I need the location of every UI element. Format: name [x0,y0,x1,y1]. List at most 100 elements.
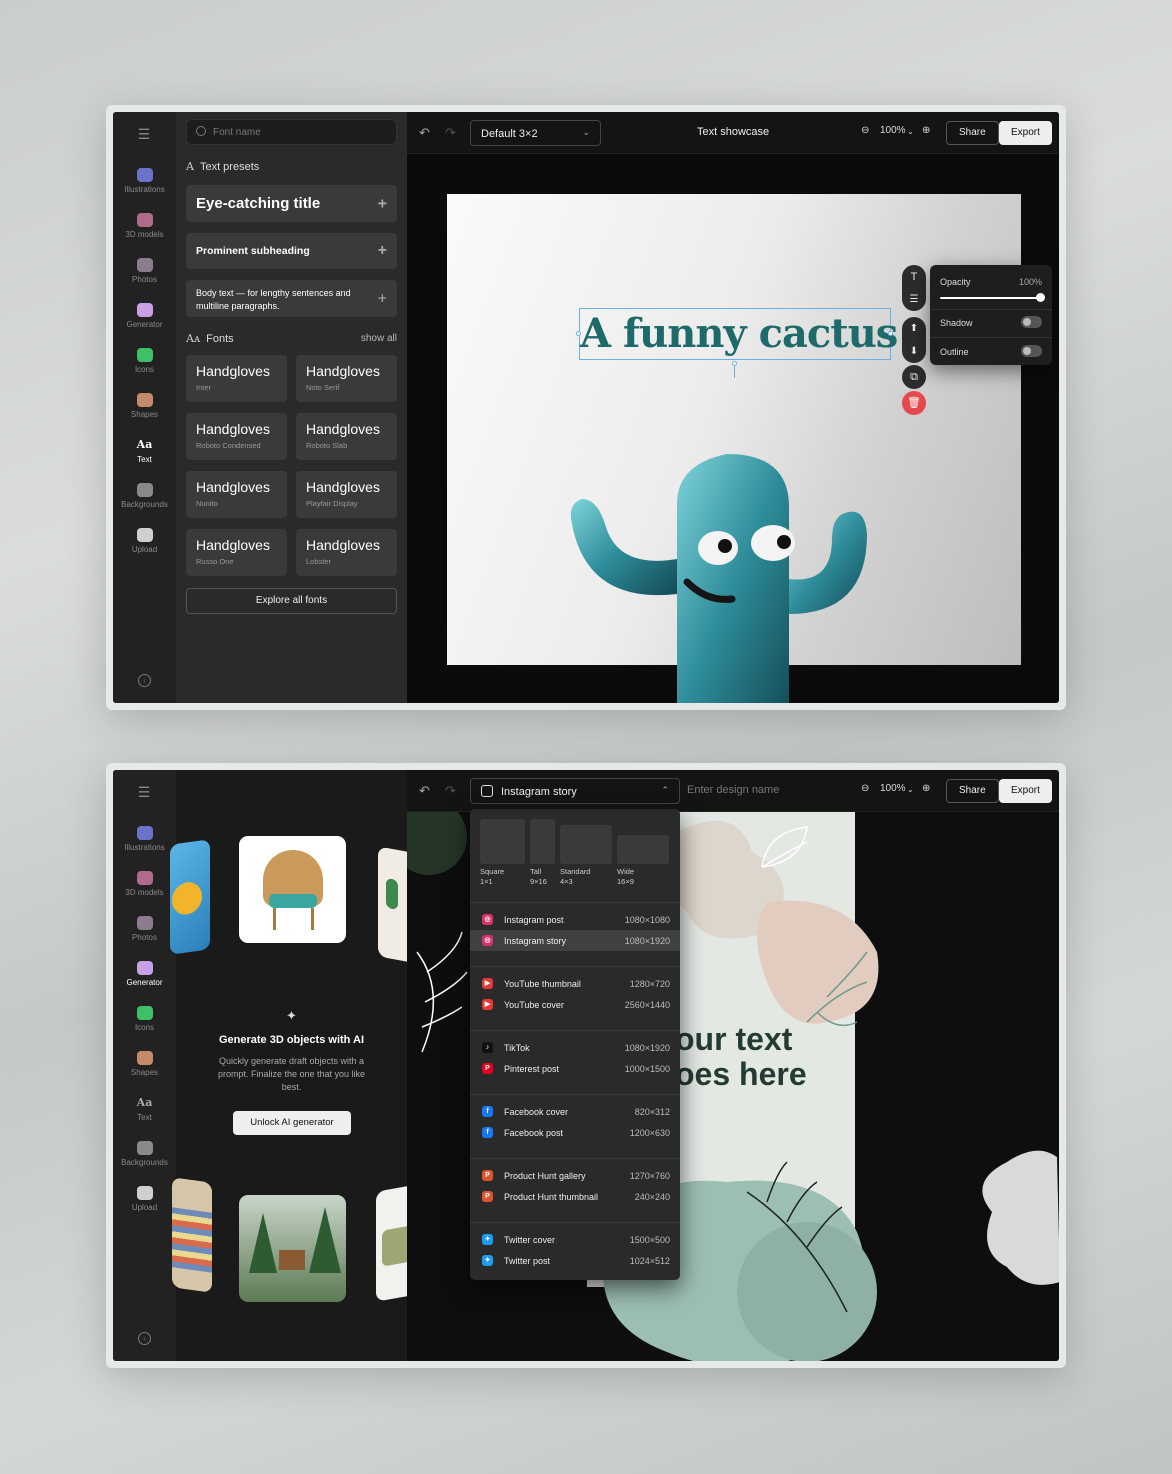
rail-item-backgrounds[interactable]: Backgrounds [113,1141,176,1167]
redo-icon[interactable]: ↷ [445,783,456,799]
preset-subheading[interactable]: Prominent subheading + [186,233,397,269]
format-square-preview[interactable] [480,819,525,864]
size-option-facebook-post[interactable]: f Facebook post 1200×630 [470,1122,680,1143]
font-card-roboto-slab[interactable]: Handgloves Roboto Slab [296,413,397,460]
zoom-chevron-icon[interactable]: ⌄ [907,785,914,794]
collapse-panel-icon[interactable]: ‹ [138,674,151,687]
size-option-instagram-post[interactable]: ◎ Instagram post 1080×1080 [470,909,680,930]
size-option-twitter-cover[interactable]: ✦ Twitter cover 1500×500 [470,1229,680,1250]
rail-item-generator[interactable]: Generator [113,303,176,329]
size-option-pinterest-post[interactable]: P Pinterest post 1000×1500 [470,1058,680,1079]
zoom-chevron-icon[interactable]: ⌄ [907,127,914,136]
zoom-level[interactable]: 100% [880,125,906,136]
size-option-facebook-cover[interactable]: f Facebook cover 820×312 [470,1101,680,1122]
outline-toggle[interactable] [1021,345,1042,357]
rail-item-text[interactable]: Aa Text [113,1096,176,1122]
size-option-twitter-post[interactable]: ✦ Twitter post 1024×512 [470,1250,680,1271]
zoom-in-icon[interactable]: ⊕ [922,125,930,136]
add-icon[interactable]: + [378,291,387,307]
format-wide-preview[interactable] [617,835,669,864]
bring-forward-icon[interactable]: ⬆ [902,317,926,340]
size-option-youtube-thumbnail[interactable]: ▶ YouTube thumbnail 1280×720 [470,973,680,994]
resize-handle-right[interactable] [888,331,893,336]
preset-body[interactable]: Body text — for lengthy sentences and mu… [186,280,397,317]
rail-item-generator[interactable]: Generator [113,961,176,987]
rail-item-shapes[interactable]: Shapes [113,1051,176,1077]
send-backward-icon[interactable]: ⬇ [902,340,926,363]
show-all-fonts-link[interactable]: show all [361,333,397,344]
preset-title[interactable]: Eye-catching title + [186,185,397,222]
rail-item-3d-models[interactable]: 3D models [113,871,176,897]
font-card-playfair-display[interactable]: Handgloves Playfair Display [296,471,397,518]
size-option-tiktok[interactable]: ♪ TikTok 1080×1920 [470,1037,680,1058]
canvas-size-select[interactable]: Default 3×2 ⌄ [470,120,601,146]
photo-icon [136,258,153,272]
rail-item-icons[interactable]: Icons [113,1006,176,1032]
undo-icon[interactable]: ↶ [419,125,430,141]
rail-item-illustrations[interactable]: Illustrations [113,168,176,194]
opacity-slider-knob[interactable] [1036,293,1045,302]
export-button[interactable]: Export [999,779,1052,803]
undo-icon[interactable]: ↶ [419,783,430,799]
unlock-ai-generator-button[interactable]: Unlock AI generator [233,1111,351,1135]
delete-icon[interactable]: 🗑 [902,391,926,415]
font-card-lobster[interactable]: Handgloves Lobster [296,529,397,576]
rail-item-text[interactable]: Aa Text [113,438,176,464]
font-card-nunito[interactable]: Handgloves Nunito [186,471,287,518]
share-button[interactable]: Share [946,779,999,803]
size-option-youtube-cover[interactable]: ▶ YouTube cover 2560×1440 [470,994,680,1015]
format-label-standard[interactable]: Standard 4×3 [560,867,590,887]
cactus-3d-model[interactable] [527,354,907,703]
books-3d-thumbnail[interactable] [172,1177,212,1293]
size-option-product-hunt-thumbnail[interactable]: P Product Hunt thumbnail 240×240 [470,1186,680,1207]
font-search-input[interactable]: Font name [186,119,397,145]
font-search-placeholder: Font name [213,127,261,138]
rail-item-photos[interactable]: Photos [113,916,176,942]
export-button[interactable]: Export [999,121,1052,145]
rail-item-photos[interactable]: Photos [113,258,176,284]
rail-item-icons[interactable]: Icons [113,348,176,374]
opacity-slider[interactable] [940,293,1045,302]
font-card-noto-serif[interactable]: Handgloves Noto Serif [296,355,397,402]
font-card-inter[interactable]: Handgloves Inter [186,355,287,402]
font-card-russo-one[interactable]: Handgloves Russo One [186,529,287,576]
rail-item-shapes[interactable]: Shapes [113,393,176,419]
forest-cabin-3d-thumbnail[interactable] [239,1195,346,1302]
hamburger-menu-icon[interactable]: ☰ [137,126,151,143]
format-tall-preview[interactable] [530,819,555,864]
format-label-tall[interactable]: Tall 9×16 [530,867,547,887]
format-standard-preview[interactable] [560,825,612,864]
resize-handle-left[interactable] [576,331,581,336]
zoom-in-icon[interactable]: ⊕ [922,783,930,794]
design-name-input[interactable]: Enter design name [687,784,779,796]
headline-text[interactable]: A funny cactus [579,308,898,360]
duplicate-icon[interactable]: ⧉ [902,365,926,389]
shadow-toggle[interactable] [1021,316,1042,328]
rail-item-3d-models[interactable]: 3D models [113,213,176,239]
hamburger-menu-icon[interactable]: ☰ [137,784,151,801]
size-option-product-hunt-gallery[interactable]: P Product Hunt gallery 1270×760 [470,1165,680,1186]
font-card-roboto-condensed[interactable]: Handgloves Roboto Condensed [186,413,287,460]
zoom-out-icon[interactable]: ⊖ [861,783,869,794]
rail-item-upload[interactable]: Upload [113,528,176,554]
rail-item-upload[interactable]: Upload [113,1186,176,1212]
headline-text[interactable]: our text oes here [675,1022,807,1092]
fish-3d-thumbnail[interactable] [170,839,210,955]
size-option-instagram-story[interactable]: ◎ Instagram story 1080×1920 [470,930,680,951]
canvas-size-select[interactable]: Instagram story ⌃ [470,778,680,804]
armchair-3d-thumbnail[interactable] [239,836,346,943]
adjustments-icon[interactable]: ☰ [902,288,926,311]
font-style-icon[interactable]: T [902,265,926,288]
collapse-panel-icon[interactable]: ‹ [138,1332,151,1345]
add-icon[interactable]: + [378,185,387,222]
zoom-out-icon[interactable]: ⊖ [861,125,869,136]
explore-all-fonts-button[interactable]: Explore all fonts [186,588,397,614]
format-label-wide[interactable]: Wide 16×9 [617,867,634,887]
rail-item-backgrounds[interactable]: Backgrounds [113,483,176,509]
redo-icon[interactable]: ↷ [445,125,456,141]
rail-item-illustrations[interactable]: Illustrations [113,826,176,852]
zoom-level[interactable]: 100% [880,783,906,794]
format-label-square[interactable]: Square 1×1 [480,867,504,887]
add-icon[interactable]: + [378,233,387,269]
share-button[interactable]: Share [946,121,999,145]
